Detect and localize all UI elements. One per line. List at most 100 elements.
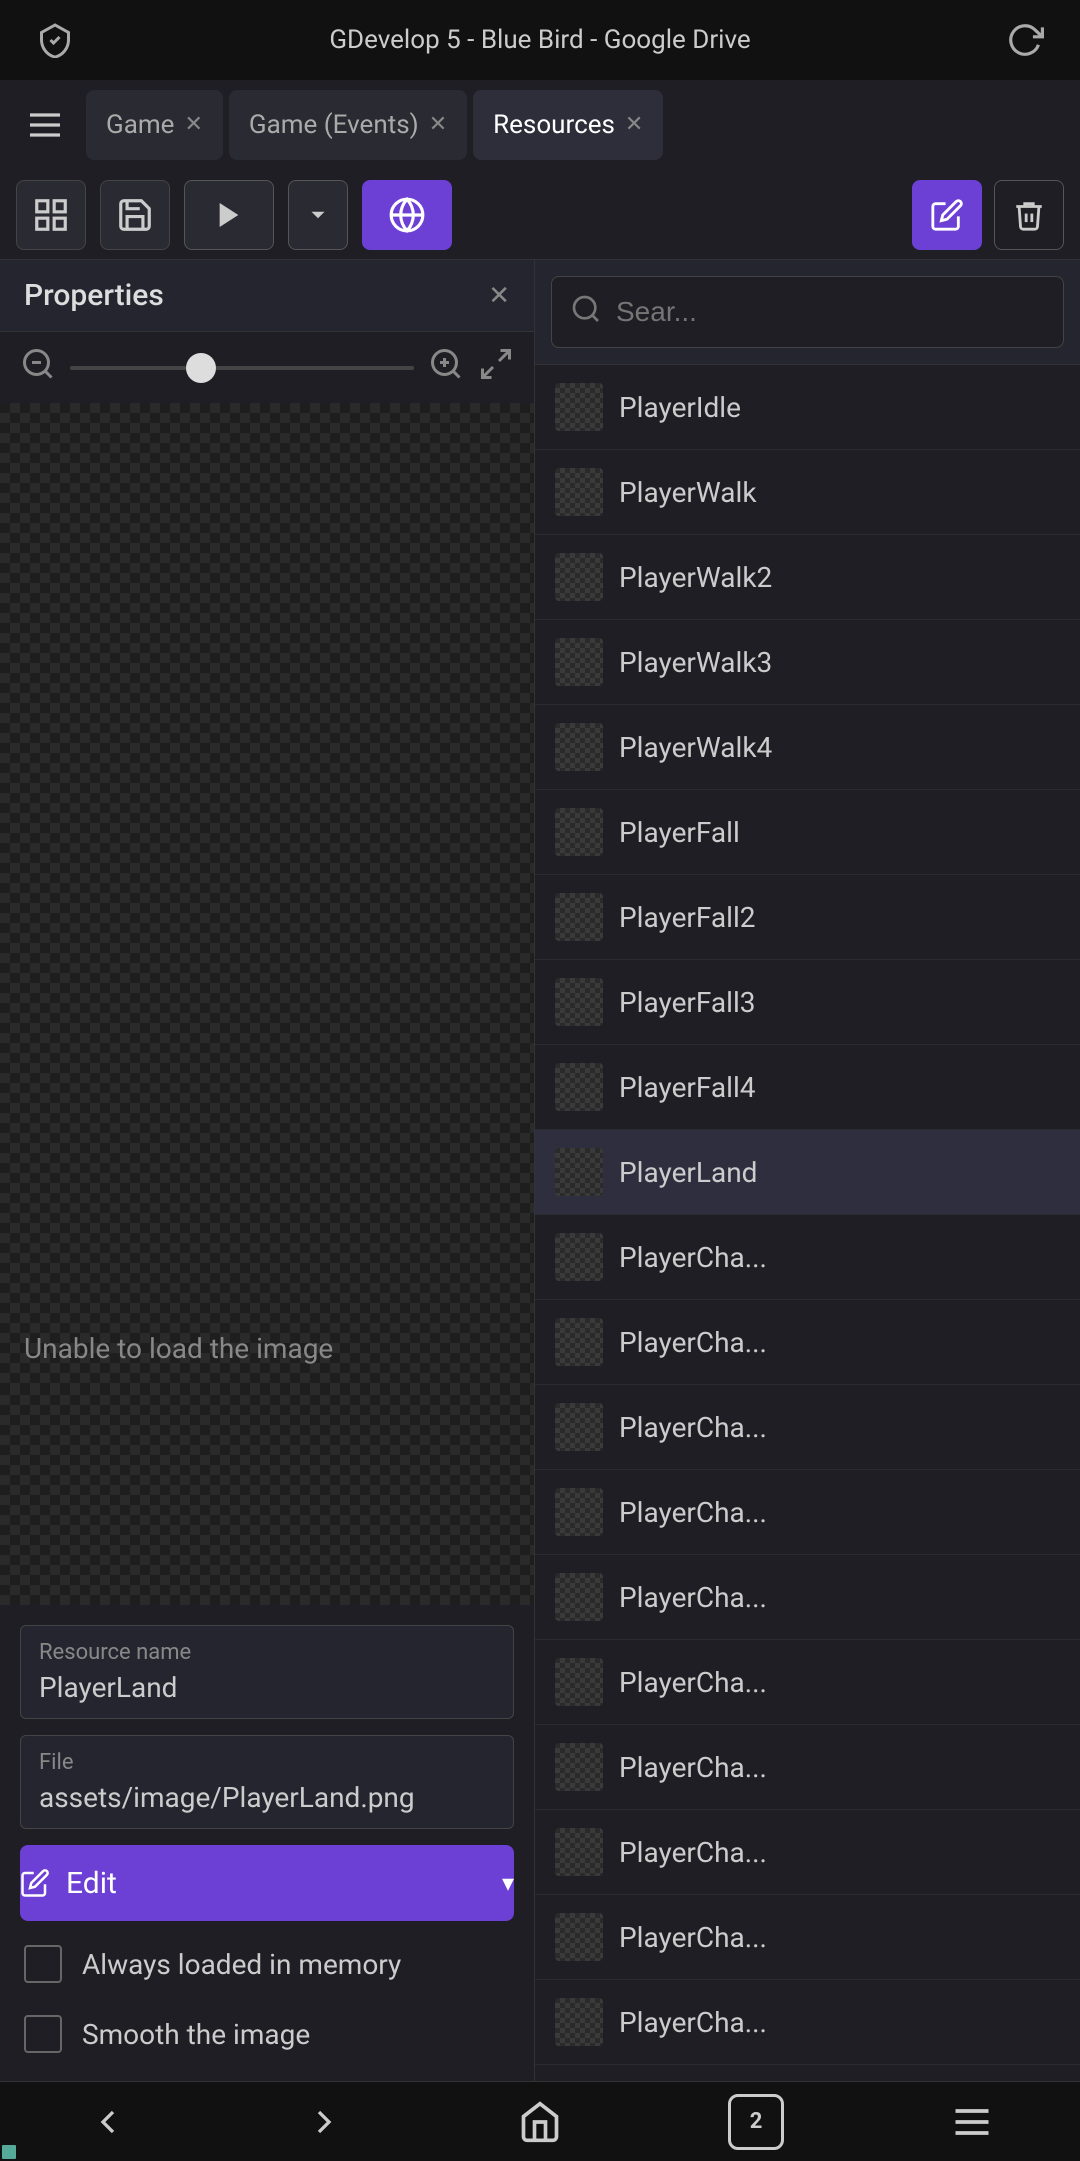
tab-resources-label: Resources (493, 110, 615, 140)
toolbar-left-group (16, 180, 452, 250)
resource-thumbnail (555, 1573, 603, 1621)
resource-thumbnail (555, 723, 603, 771)
list-item[interactable]: PlayerIdle (535, 365, 1080, 450)
list-item[interactable]: PlayerCha... (535, 1725, 1080, 1810)
resource-name-label: PlayerCha... (619, 1496, 767, 1529)
list-item[interactable]: PlayerCha... (535, 1385, 1080, 1470)
resource-name-value[interactable]: PlayerLand (39, 1671, 495, 1704)
resource-name-label: PlayerLand (619, 1156, 757, 1189)
resource-thumbnail (555, 383, 603, 431)
resource-thumbnail (555, 978, 603, 1026)
menu-button[interactable] (937, 2087, 1007, 2157)
image-preview-area: Unable to load the image (0, 403, 534, 1385)
list-item[interactable]: PlayerCha... (535, 1470, 1080, 1555)
tab-game[interactable]: Game ✕ (86, 90, 223, 160)
resource-list: PlayerIdle PlayerWalk PlayerWalk2 PlayerWal… (535, 365, 1080, 2081)
properties-panel: Properties ✕ (0, 260, 535, 2081)
refresh-icon[interactable] (1000, 15, 1050, 65)
resource-thumbnail (555, 638, 603, 686)
hamburger-menu-button[interactable] (10, 90, 80, 160)
list-item[interactable]: PlayerLand (535, 1130, 1080, 1215)
edit-dropdown-icon[interactable]: ▾ (502, 1869, 514, 1897)
resource-list-panel: PlayerIdle PlayerWalk PlayerWalk2 PlayerWal… (535, 260, 1080, 2081)
tab-game-events[interactable]: Game (Events) ✕ (229, 90, 467, 160)
list-item[interactable]: PlayerFall2 (535, 875, 1080, 960)
resource-form: Resource name PlayerLand File assets/ima… (0, 1605, 534, 2081)
tab-game-close[interactable]: ✕ (184, 114, 202, 136)
list-item[interactable]: PlayerWalk3 (535, 620, 1080, 705)
smooth-image-checkbox[interactable] (24, 2015, 62, 2053)
list-item[interactable]: PlayerFall4 (535, 1045, 1080, 1130)
list-item[interactable]: PlayerFall (535, 790, 1080, 875)
list-item[interactable]: PlayerWalk2 (535, 535, 1080, 620)
list-item[interactable]: PlayerCha... (535, 1640, 1080, 1725)
always-loaded-checkbox[interactable] (24, 1945, 62, 1983)
fullscreen-icon[interactable] (478, 346, 514, 389)
home-button[interactable] (505, 2087, 575, 2157)
search-icon (570, 293, 602, 332)
search-input-wrap (551, 276, 1064, 348)
resource-name-label: PlayerCha... (619, 1666, 767, 1699)
zoom-in-icon[interactable] (428, 346, 464, 389)
tab-resources-close[interactable]: ✕ (625, 114, 643, 136)
tab-game-events-close[interactable]: ✕ (429, 114, 447, 136)
resource-file-value[interactable]: assets/image/PlayerLand.png (39, 1781, 495, 1814)
list-item[interactable]: PlayerCha... (535, 1980, 1080, 2065)
play-dropdown-button[interactable] (288, 180, 348, 250)
list-item[interactable]: PlayerFall3 (535, 960, 1080, 1045)
list-item[interactable]: PlayerCha... (535, 1895, 1080, 1980)
back-button[interactable] (73, 2087, 143, 2157)
resource-thumbnail (555, 1318, 603, 1366)
play-button[interactable] (184, 180, 274, 250)
save-button[interactable] (100, 180, 170, 250)
resource-name-label: PlayerFall (619, 816, 740, 849)
always-loaded-label: Always loaded in memory (82, 1948, 401, 1981)
publish-button[interactable] (362, 180, 452, 250)
resource-name-label: PlayerWalk2 (619, 561, 772, 594)
resource-name-label: PlayerFall2 (619, 901, 756, 934)
list-item[interactable]: PlayerWalk4 (535, 705, 1080, 790)
edit-button[interactable]: Edit ▾ (20, 1845, 514, 1921)
resource-name-label: PlayerCha... (619, 1411, 767, 1444)
resource-file-group: File assets/image/PlayerLand.png (20, 1735, 514, 1829)
list-item[interactable]: PlayerCha... (535, 1555, 1080, 1640)
edit-resource-button[interactable] (912, 180, 982, 250)
resource-thumbnail (555, 893, 603, 941)
resource-name-label: PlayerCha... (619, 1921, 767, 1954)
zoom-slider-thumb[interactable] (186, 353, 216, 383)
tab-count-badge: 2 (728, 2094, 784, 2150)
tabs-button[interactable]: 2 (721, 2087, 791, 2157)
main-content: Properties ✕ (0, 260, 1080, 2081)
resource-thumbnail (555, 1063, 603, 1111)
tab-resources[interactable]: Resources ✕ (473, 90, 663, 160)
grid-toggle-button[interactable] (16, 180, 86, 250)
forward-button[interactable] (289, 2087, 359, 2157)
tab-bar: Game ✕ Game (Events) ✕ Resources ✕ (0, 80, 1080, 170)
shield-icon (30, 15, 80, 65)
resource-thumbnail (555, 1403, 603, 1451)
delete-resource-button[interactable] (994, 180, 1064, 250)
list-item[interactable]: PlayerWalk (535, 450, 1080, 535)
always-loaded-group: Always loaded in memory (20, 1937, 514, 1991)
toolbar-right-group (912, 180, 1064, 250)
list-item[interactable]: PlayerCha... (535, 1810, 1080, 1895)
resource-name-label: PlayerCha... (619, 1326, 767, 1359)
zoom-slider[interactable] (70, 366, 414, 370)
list-item[interactable]: PlayerCha... (535, 1300, 1080, 1385)
toolbar (0, 170, 1080, 260)
list-item[interactable]: PlayerCha... (535, 1215, 1080, 1300)
resource-thumbnail (555, 553, 603, 601)
panel-close-button[interactable]: ✕ (488, 281, 510, 311)
resource-thumbnail (555, 1488, 603, 1536)
search-input[interactable] (616, 296, 1045, 328)
resource-thumbnail (555, 1233, 603, 1281)
search-bar (535, 260, 1080, 365)
smooth-image-label: Smooth the image (82, 2018, 310, 2051)
zoom-out-icon[interactable] (20, 346, 56, 389)
resource-name-label: PlayerFall3 (619, 986, 756, 1019)
resource-thumbnail (555, 1148, 603, 1196)
tab-game-events-label: Game (Events) (249, 110, 419, 140)
resource-name-label: PlayerWalk (619, 476, 757, 509)
edit-button-label: Edit (66, 1866, 117, 1901)
resource-thumbnail (555, 1998, 603, 2046)
